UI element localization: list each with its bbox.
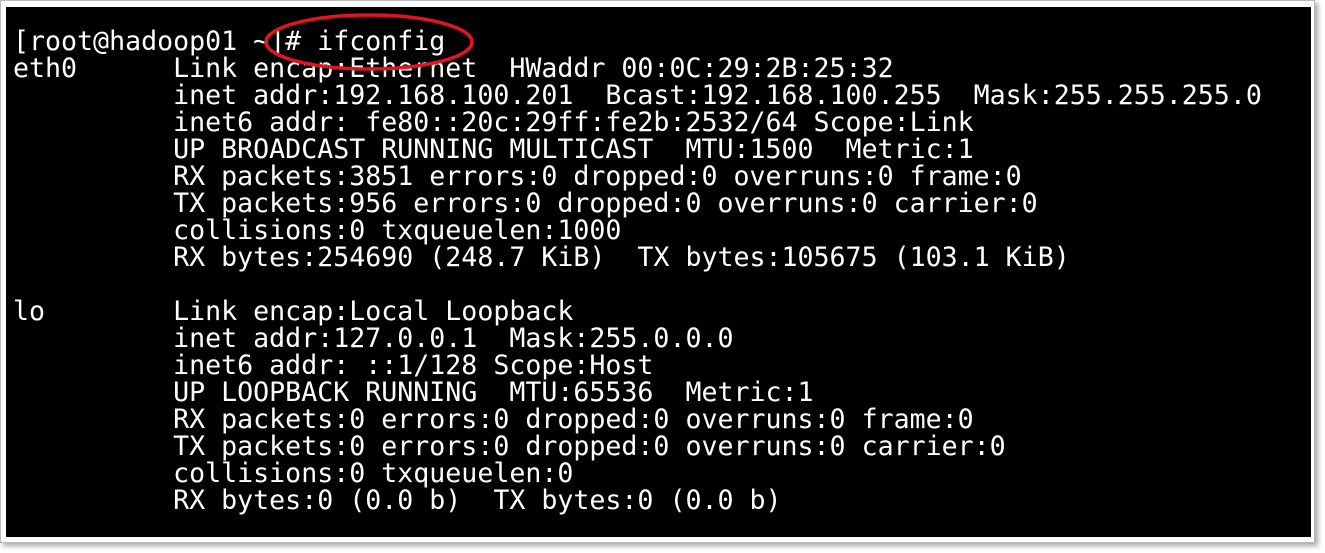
lo-line-6: TX packets:0 errors:0 dropped:0 overruns… (13, 431, 1006, 462)
screenshot-frame: [root@hadoop01 ~]# ifconfig eth0 Link enc… (0, 0, 1315, 543)
terminal-window[interactable]: [root@hadoop01 ~]# ifconfig eth0 Link enc… (6, 7, 1311, 537)
lo-line-8: RX bytes:0 (0.0 b) TX bytes:0 (0.0 b) (13, 485, 782, 516)
lo-line-1: lo Link encap:Local Loopback (13, 296, 574, 327)
terminal-output: [root@hadoop01 ~]# ifconfig eth0 Link enc… (13, 28, 1262, 514)
eth0-line-7: collisions:0 txqueuelen:1000 (13, 215, 622, 246)
command-line: [root@hadoop01 ~]# ifconfig (13, 28, 1262, 55)
eth0-line-4: UP BROADCAST RUNNING MULTICAST MTU:1500 … (13, 134, 974, 165)
eth0-line-3: inet6 addr: fe80::20c:29ff:fe2b:2532/64 … (13, 107, 974, 138)
lo-line-7: collisions:0 txqueuelen:0 (13, 458, 574, 489)
lo-line-4: UP LOOPBACK RUNNING MTU:65536 Metric:1 (13, 377, 814, 408)
eth0-line-1: eth0 Link encap:Ethernet HWaddr 00:0C:29… (13, 53, 894, 84)
lo-line-3: inet6 addr: ::1/128 Scope:Host (13, 350, 654, 381)
lo-line-5: RX packets:0 errors:0 dropped:0 overruns… (13, 404, 974, 435)
eth0-line-2: inet addr:192.168.100.201 Bcast:192.168.… (13, 80, 1262, 111)
lo-line-2: inet addr:127.0.0.1 Mask:255.0.0.0 (13, 323, 734, 354)
eth0-line-8: RX bytes:254690 (248.7 KiB) TX bytes:105… (13, 242, 1070, 273)
eth0-line-6: TX packets:956 errors:0 dropped:0 overru… (13, 188, 1038, 219)
eth0-line-5: RX packets:3851 errors:0 dropped:0 overr… (13, 161, 1022, 192)
